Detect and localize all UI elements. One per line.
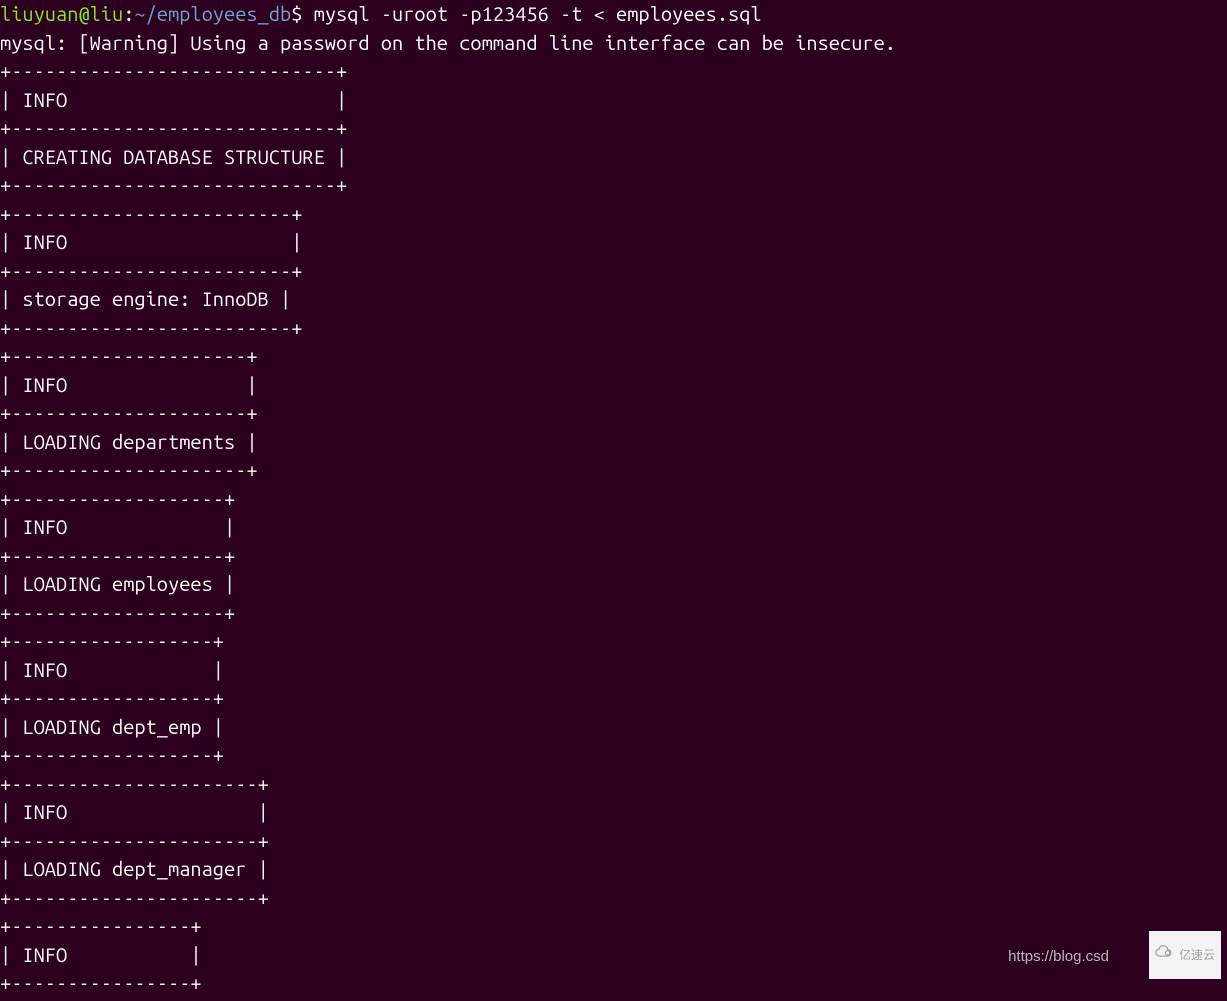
cloud-icon	[1155, 941, 1175, 970]
table-border: +-------------------+	[0, 601, 235, 624]
table-row: | LOADING employees |	[0, 572, 235, 595]
prompt-dollar: $	[291, 2, 302, 25]
table-border: +----------------------+	[0, 829, 269, 852]
table-border: +-------------------+	[0, 487, 235, 510]
table-border: +----------------------+	[0, 772, 269, 795]
table-header: | INFO |	[0, 88, 347, 111]
table-border: +-----------------------------+	[0, 116, 347, 139]
terminal-output: liuyuan@liu:~/employees_db$ mysql -uroot…	[0, 0, 1227, 998]
warning-line: mysql: [Warning] Using a password on the…	[0, 31, 896, 54]
table-border: +-------------------------+	[0, 316, 302, 339]
table-border: +----------------+	[0, 914, 202, 937]
table-border: +----------------------+	[0, 886, 269, 909]
prompt-path: ~/employees_db	[134, 2, 291, 25]
prompt-separator: :	[123, 2, 134, 25]
table-header: | INFO |	[0, 658, 224, 681]
table-border: +-------------------------+	[0, 259, 302, 282]
table-border: +-----------------------------+	[0, 59, 347, 82]
table-header: | INFO |	[0, 943, 202, 966]
table-row: | LOADING dept_emp |	[0, 715, 224, 738]
table-row: | LOADING dept_manager |	[0, 857, 269, 880]
table-row: | storage engine: InnoDB |	[0, 287, 291, 310]
table-border: +-----------------------------+	[0, 173, 347, 196]
table-border: +-------------------+	[0, 544, 235, 567]
table-border: +---------------------+	[0, 401, 258, 424]
table-row: | LOADING departments |	[0, 430, 258, 453]
table-border: +---------------------+	[0, 344, 258, 367]
table-header: | INFO |	[0, 373, 258, 396]
table-header: | INFO |	[0, 515, 235, 538]
watermark-text: 亿速云	[1179, 941, 1215, 970]
prompt-user-host: liuyuan@liu	[0, 2, 123, 25]
table-header: | INFO |	[0, 230, 302, 253]
table-header: | INFO |	[0, 800, 269, 823]
table-border: +------------------+	[0, 686, 224, 709]
table-row: | CREATING DATABASE STRUCTURE |	[0, 145, 347, 168]
table-border: +----------------+	[0, 971, 202, 994]
table-border: +---------------------+	[0, 458, 258, 481]
watermark-url: https://blog.csd	[1008, 943, 1109, 972]
table-border: +------------------+	[0, 743, 224, 766]
command-text: mysql -uroot -p123456 -t < employees.sql	[302, 2, 761, 25]
table-border: +-------------------------+	[0, 202, 302, 225]
watermark-badge: 亿速云	[1149, 931, 1221, 980]
table-border: +------------------+	[0, 629, 224, 652]
